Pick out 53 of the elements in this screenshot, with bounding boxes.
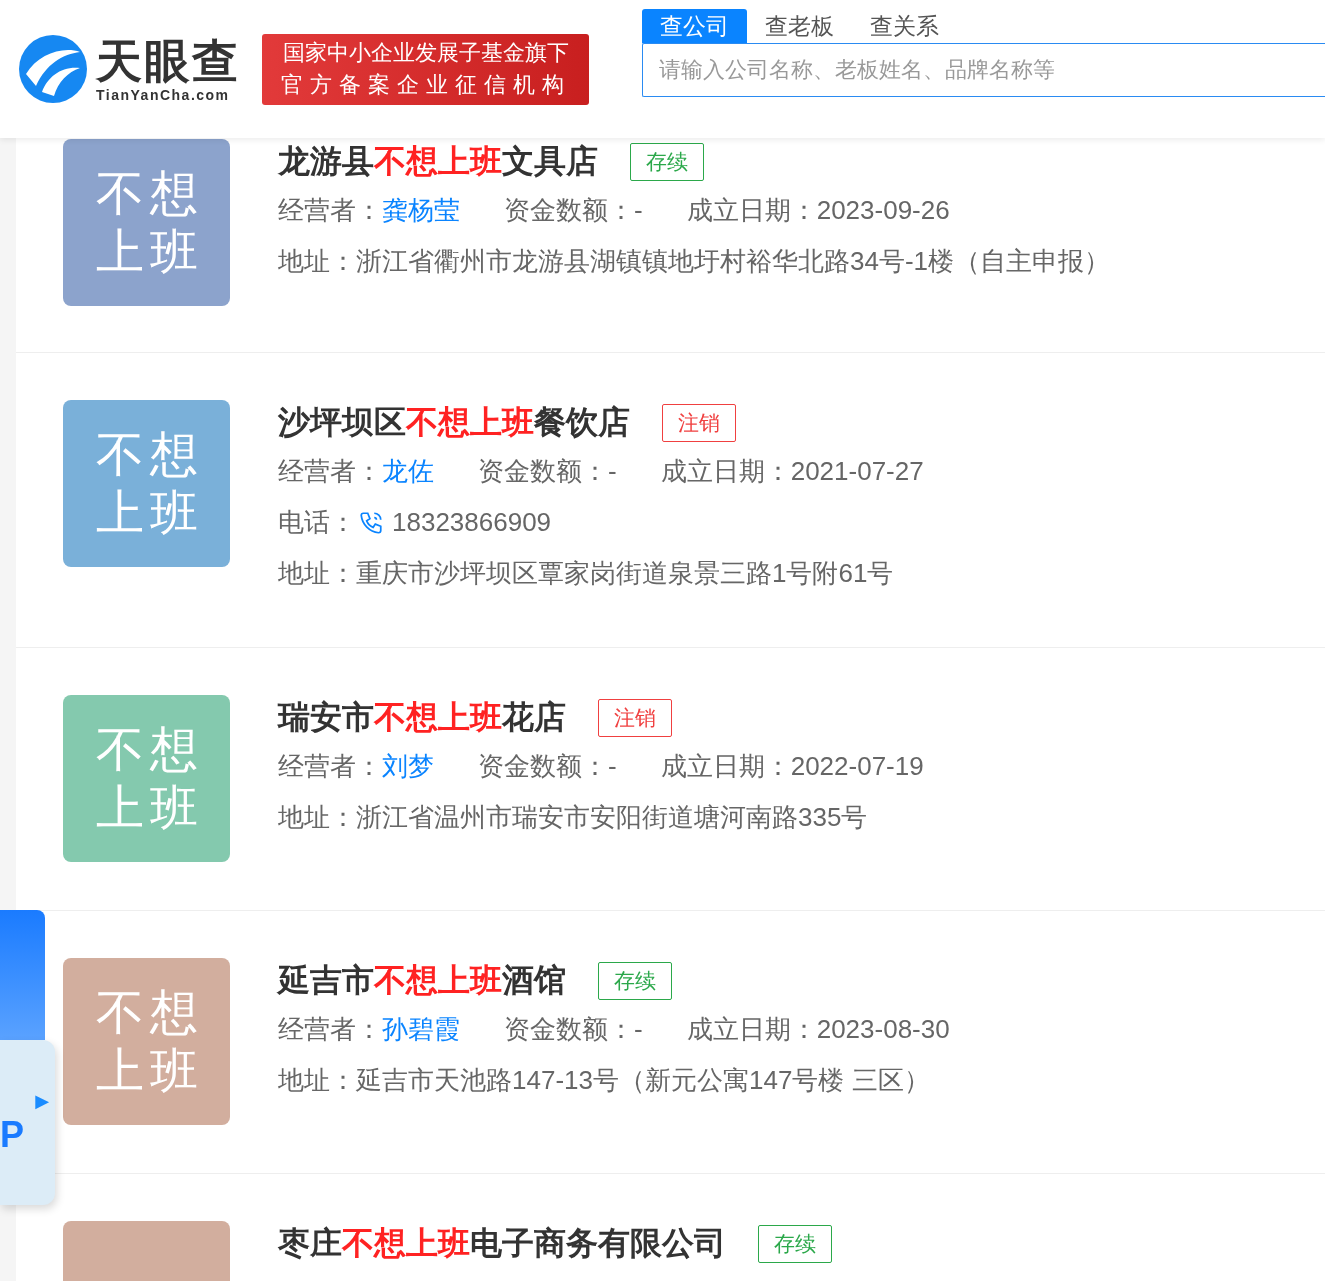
company-name[interactable]: 延吉市不想上班酒馆 (278, 959, 566, 1003)
logo-text: 不想 (94, 165, 204, 222)
company-name[interactable]: 沙坪坝区不想上班餐饮店 (278, 401, 630, 445)
address-text: 地址：重庆市沙坪坝区覃家岗街道泉景三路1号附61号 (278, 557, 894, 590)
field-text: 资金数额：- (478, 455, 617, 488)
company-name[interactable]: 枣庄不想上班电子商务有限公司 (278, 1222, 726, 1266)
logo-icon (18, 34, 88, 104)
field-text: 资金数额：- (478, 750, 617, 783)
logo-text: 上班 (94, 1042, 204, 1099)
operator-link[interactable]: 孙碧霞 (382, 1014, 460, 1044)
operator-link[interactable]: 龙佐 (382, 456, 434, 486)
logo-text: 上班 (94, 223, 204, 280)
phone-label: 电话： (278, 506, 356, 539)
search-tab[interactable]: 查关系 (852, 9, 957, 43)
logo-text: 上班 (94, 484, 204, 541)
logo-text: 不想 (94, 984, 204, 1041)
brand-name: 天眼查 (96, 35, 240, 87)
badge-text: 官方备案企业征信机构 (280, 71, 571, 99)
address-text: 地址：浙江省温州市瑞安市安阳街道塘河南路335号 (278, 801, 868, 834)
search-tab[interactable]: 查老板 (747, 9, 852, 43)
field-text: 资金数额：- (504, 1013, 643, 1046)
field-text: 成立日期：2021-07-27 (660, 455, 924, 488)
search-tab[interactable]: 查公司 (642, 9, 747, 43)
field-label: 经营者： (278, 1014, 382, 1044)
logo-text: 不想 (94, 426, 204, 483)
play-arrow: ▶ (35, 1089, 49, 1112)
field-text: 成立日期：2023-09-26 (686, 194, 950, 227)
field-label: 经营者： (278, 751, 382, 781)
company-name[interactable]: 瑞安市不想上班花店 (278, 696, 566, 740)
status-tag: 存续 (598, 962, 672, 1000)
operator-link[interactable]: 刘梦 (382, 751, 434, 781)
logo-text: 上班 (94, 779, 204, 836)
field-text: 资金数额：- (504, 194, 643, 227)
field-text: 成立日期：2023-08-30 (686, 1013, 950, 1046)
badge-text: 国家中小企业发展子基金旗下 (282, 39, 569, 67)
company-name[interactable]: 龙游县不想上班文具店 (278, 140, 598, 184)
brand-domain: TianYanCha.com (96, 87, 230, 103)
address-text: 地址：浙江省衢州市龙游县湖镇镇地圩村裕华北路34号-1楼（自主申报） (278, 245, 1111, 278)
status-tag: 注销 (598, 699, 672, 737)
widget-text: P (0, 1113, 24, 1156)
search-field[interactable]: 请输入公司名称、老板姓名、品牌名称等 (642, 43, 1325, 97)
address-text: 地址：延吉市天池路147-13号（新元公寓147号楼 三区） (278, 1064, 930, 1097)
phone-icon (358, 509, 384, 536)
status-tag: 存续 (758, 1225, 832, 1263)
field-label: 经营者： (278, 456, 382, 486)
logo-text: 不想 (94, 721, 204, 778)
status-tag: 注销 (662, 404, 736, 442)
field-label: 经营者： (278, 195, 382, 225)
app-widget-panel[interactable] (0, 910, 45, 1040)
phone-number: 18323866909 (392, 507, 552, 538)
status-tag: 存续 (630, 143, 704, 181)
operator-link[interactable]: 龚杨莹 (382, 195, 460, 225)
field-text: 成立日期：2022-07-19 (660, 750, 924, 783)
